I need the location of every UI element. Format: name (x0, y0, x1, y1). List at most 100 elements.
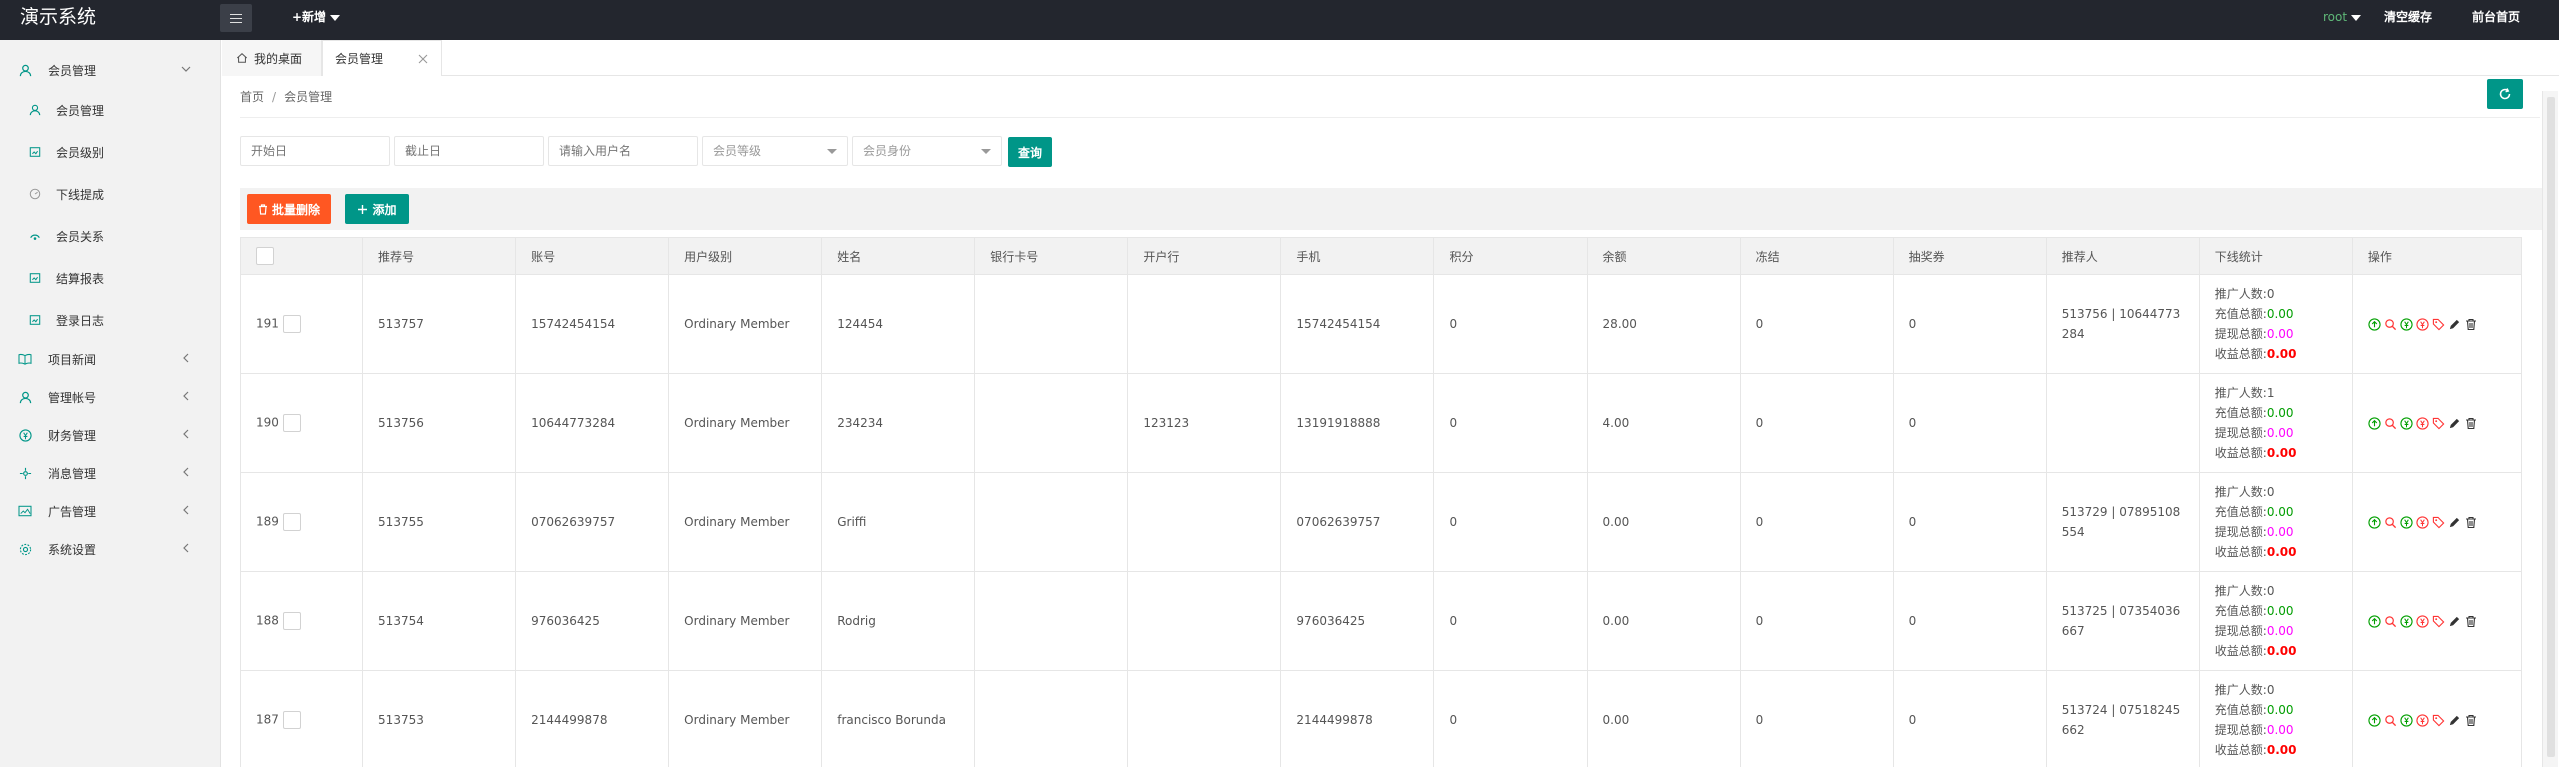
upgrade-icon[interactable] (2368, 416, 2382, 430)
withdraw-icon[interactable] (2416, 713, 2430, 727)
table-row: 187 513753 2144499878 Ordinary Member fr… (239, 670, 2523, 767)
tab-member-manage[interactable]: 会员管理 (322, 40, 442, 76)
tag-icon[interactable] (2432, 416, 2446, 430)
sidebar-item-member-manage[interactable]: 会员管理 (0, 96, 221, 124)
recharge-icon[interactable] (2400, 416, 2414, 430)
chevron-left-icon (180, 504, 194, 518)
edit-icon[interactable] (2448, 515, 2462, 529)
row-checkbox[interactable] (282, 513, 301, 531)
tag-icon[interactable] (2432, 614, 2446, 628)
tab-home[interactable]: 我的桌面 (222, 40, 322, 76)
tag-icon[interactable] (2432, 713, 2446, 727)
search-icon[interactable] (2384, 317, 2398, 331)
sidebar-item-report[interactable]: 结算报表 (0, 264, 221, 292)
tickets-cell: 0 (1892, 472, 2047, 572)
sidebar-group-message[interactable]: 消息管理 (0, 459, 221, 487)
start-date-input[interactable] (240, 136, 390, 166)
refresh-icon (2498, 87, 2512, 101)
table-row: 188 513754 976036425 Ordinary Member Rod… (239, 571, 2523, 671)
breadcrumb-home[interactable]: 首页 (240, 90, 264, 104)
sidebar-group-finance[interactable]: 财务管理 (0, 421, 221, 449)
trash-icon[interactable] (2464, 614, 2478, 628)
search-icon[interactable] (2384, 416, 2398, 430)
batch-delete-button[interactable]: 批量删除 (247, 194, 331, 224)
scrollbar-thumb[interactable] (2547, 97, 2555, 757)
trash-icon[interactable] (2464, 515, 2478, 529)
upgrade-icon[interactable] (2368, 515, 2382, 529)
withdraw-icon[interactable] (2416, 416, 2430, 430)
sidebar: 会员管理 会员管理 会员级别 下线提成 会员关系 结算报表 登录日志 项目新闻 … (0, 40, 221, 767)
level-cell: Ordinary Member (668, 472, 823, 572)
select-value: 会员身份 (863, 144, 912, 158)
sidebar-item-member-level[interactable]: 会员级别 (0, 138, 221, 166)
account-cell: 15742454154 (515, 274, 670, 374)
member-identity-select[interactable]: 会员身份 (852, 136, 1002, 166)
trash-icon[interactable] (2464, 416, 2478, 430)
tab-label: 我的桌面 (254, 51, 303, 66)
sidebar-item-commission[interactable]: 下线提成 (0, 180, 221, 208)
trash-icon[interactable] (2464, 317, 2478, 331)
clear-cache-link[interactable]: 清空缓存 (2384, 8, 2432, 26)
member-table: 推荐号 账号 用户级别 姓名 银行卡号 开户行 手机 积分 余额 冻结 抽奖券 … (239, 237, 2523, 767)
upgrade-icon[interactable] (2368, 614, 2382, 628)
book-icon (18, 352, 32, 366)
stat-income: 收益总额:0.00 (2214, 743, 2297, 757)
end-date-input[interactable] (394, 136, 544, 166)
upgrade-icon[interactable] (2368, 317, 2382, 331)
withdraw-icon[interactable] (2416, 317, 2430, 331)
edit-icon[interactable] (2448, 614, 2462, 628)
batch-delete-label: 批量删除 (271, 202, 320, 217)
trash-icon[interactable] (2464, 713, 2478, 727)
add-button[interactable]: 添加 (345, 194, 409, 224)
upgrade-icon[interactable] (2368, 713, 2382, 727)
sidebar-group-ads[interactable]: 广告管理 (0, 497, 221, 525)
sidebar-item-login-log[interactable]: 登录日志 (0, 306, 221, 334)
search-icon[interactable] (2384, 614, 2398, 628)
row-checkbox[interactable] (282, 711, 301, 729)
tag-icon[interactable] (2432, 317, 2446, 331)
stat-promoters: 推广人数:1 (2214, 386, 2275, 400)
actions-cell (2351, 274, 2523, 374)
row-checkbox[interactable] (282, 612, 301, 630)
recharge-icon[interactable] (2400, 713, 2414, 727)
sidebar-group-admin[interactable]: 管理帐号 (0, 383, 221, 411)
close-icon[interactable] (417, 53, 429, 65)
menu-toggle-button[interactable] (220, 4, 252, 32)
stat-withdraw: 提现总额:0.00 (2214, 525, 2294, 539)
user-icon (18, 63, 32, 77)
sidebar-group-label: 财务管理 (48, 428, 97, 443)
frozen-cell: 0 (1739, 274, 1894, 374)
sidebar-group-member[interactable]: 会员管理 (0, 56, 221, 84)
sidebar-group-news[interactable]: 项目新闻 (0, 345, 221, 373)
search-icon[interactable] (2384, 515, 2398, 529)
column-header: 开户行 (1127, 237, 1282, 275)
recharge-icon[interactable] (2400, 317, 2414, 331)
sidebar-item-relation[interactable]: 会员关系 (0, 222, 221, 250)
select-all-checkbox[interactable] (256, 247, 274, 265)
vertical-scrollbar[interactable] (2542, 91, 2558, 767)
username-input[interactable] (548, 136, 698, 166)
gear-icon (18, 542, 32, 556)
row-checkbox[interactable] (282, 414, 301, 432)
recharge-icon[interactable] (2400, 614, 2414, 628)
member-level-select[interactable]: 会员等级 (702, 136, 848, 166)
edit-icon[interactable] (2448, 317, 2462, 331)
id-cell: 189 (239, 472, 364, 572)
edit-icon[interactable] (2448, 416, 2462, 430)
new-dropdown[interactable]: +新增 (292, 8, 341, 26)
withdraw-icon[interactable] (2416, 614, 2430, 628)
id-cell: 188 (239, 571, 364, 671)
row-checkbox[interactable] (282, 315, 301, 333)
refresh-button[interactable] (2487, 79, 2523, 109)
front-home-link[interactable]: 前台首页 (2472, 8, 2520, 26)
sidebar-group-settings[interactable]: 系统设置 (0, 535, 221, 563)
edit-icon[interactable] (2448, 713, 2462, 727)
user-menu[interactable]: root (2323, 8, 2362, 26)
recharge-icon[interactable] (2400, 515, 2414, 529)
withdraw-icon[interactable] (2416, 515, 2430, 529)
table-row: 189 513755 07062639757 Ordinary Member G… (239, 472, 2523, 572)
search-icon[interactable] (2384, 713, 2398, 727)
level-cell: Ordinary Member (668, 373, 823, 473)
tag-icon[interactable] (2432, 515, 2446, 529)
query-button[interactable]: 查询 (1008, 137, 1052, 167)
